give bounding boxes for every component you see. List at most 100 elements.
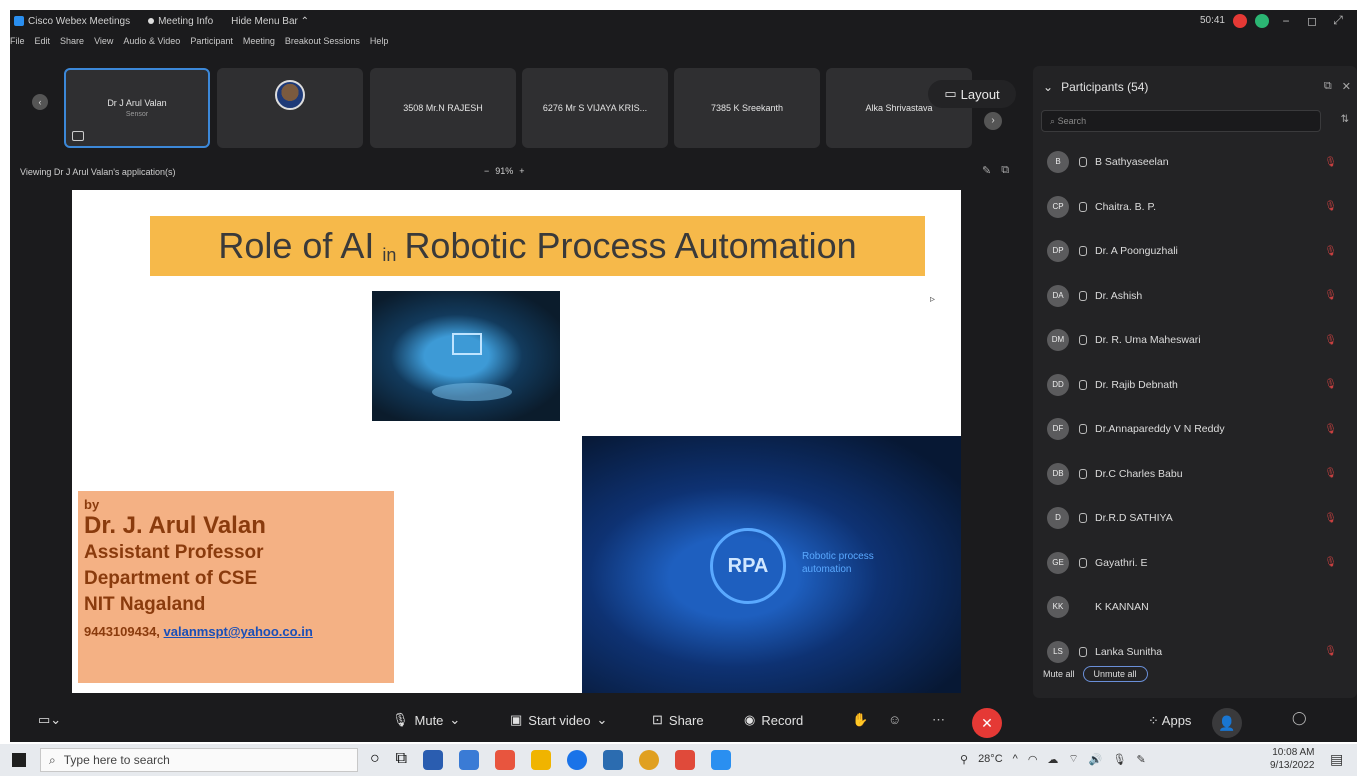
- participant-tile[interactable]: Dr J Arul Valan Sensor: [64, 68, 210, 148]
- participant-tile[interactable]: 7385 K Sreekanth: [674, 68, 820, 148]
- participant-search-input[interactable]: ⌕ Search: [1041, 110, 1321, 132]
- strip-previous-button[interactable]: ‹: [32, 94, 48, 110]
- participant-row[interactable]: B B Sathyaseelan 🎙: [1033, 140, 1357, 185]
- pen-icon[interactable]: ✎: [1136, 753, 1145, 766]
- menu-edit[interactable]: Edit: [35, 36, 51, 46]
- menu-meeting[interactable]: Meeting: [243, 36, 275, 46]
- participant-tile[interactable]: [217, 68, 363, 148]
- expand-icon[interactable]: ⤢: [1329, 13, 1347, 28]
- mute-button[interactable]: 🎙 Mute ⌄: [392, 712, 460, 728]
- menu-share[interactable]: Share: [60, 36, 84, 46]
- muted-mic-icon[interactable]: 🎙: [1324, 646, 1337, 657]
- chrome-icon[interactable]: [639, 750, 660, 770]
- close-icon[interactable]: ✕: [1342, 80, 1351, 93]
- store-icon[interactable]: [459, 750, 480, 770]
- popout-icon[interactable]: ⧉: [1324, 80, 1332, 93]
- participant-name: Dr.C Charles Babu: [1095, 467, 1183, 480]
- muted-mic-icon[interactable]: 🎙: [1324, 513, 1337, 524]
- layout-button[interactable]: ▭ Layout: [928, 80, 1016, 108]
- webex-taskbar-icon[interactable]: [711, 750, 732, 770]
- muted-mic-icon[interactable]: 🎙: [1324, 557, 1337, 568]
- media-icon[interactable]: [675, 750, 696, 770]
- muted-mic-icon[interactable]: 🎙: [1324, 246, 1337, 257]
- edge-icon[interactable]: [567, 750, 588, 770]
- zoom-in-button[interactable]: +: [519, 166, 524, 176]
- menu-view[interactable]: View: [94, 36, 113, 46]
- slide-title: Role of AI in Robotic Process Automation: [150, 216, 925, 276]
- muted-mic-icon[interactable]: 🎙: [1324, 201, 1337, 212]
- end-call-button[interactable]: ✕: [972, 708, 1002, 738]
- minimize-icon[interactable]: −: [1277, 14, 1295, 28]
- fullscreen-icon[interactable]: ⧉: [1001, 164, 1009, 177]
- menu-participant[interactable]: Participant: [190, 36, 233, 46]
- unmute-all-button[interactable]: Unmute all: [1082, 666, 1148, 682]
- muted-mic-icon[interactable]: 🎙: [1324, 424, 1337, 435]
- apps-button[interactable]: ⁘ Apps: [1148, 713, 1191, 729]
- file-manager-icon[interactable]: [423, 750, 444, 770]
- chat-icon[interactable]: ◯: [1292, 710, 1307, 726]
- annotate-icon[interactable]: ✎: [982, 164, 991, 177]
- menu-audio-video[interactable]: Audio & Video: [123, 36, 180, 46]
- hand-shape: [432, 383, 512, 401]
- wifi-icon[interactable]: ⌔: [1068, 752, 1078, 766]
- record-label: Record: [761, 712, 804, 728]
- network-icon[interactable]: ◠: [1028, 753, 1038, 766]
- more-options-icon[interactable]: ⋯: [932, 712, 945, 728]
- office-icon[interactable]: [495, 750, 516, 770]
- strip-next-button[interactable]: ›: [984, 112, 1002, 130]
- mute-all-button[interactable]: Mute all: [1043, 669, 1075, 679]
- participants-icon[interactable]: 👤: [1212, 708, 1242, 738]
- people-icon[interactable]: ⚲: [960, 753, 968, 766]
- panel-header[interactable]: ⌄ Participants (54): [1043, 80, 1148, 94]
- participant-tile[interactable]: 6276 Mr S VIJAYA KRIS...: [522, 68, 668, 148]
- participant-row[interactable]: GE Gayathri. E 🎙: [1033, 541, 1357, 586]
- zoom-out-button[interactable]: −: [484, 166, 489, 176]
- taskbar-clock[interactable]: 10:08 AM 9/13/2022: [1270, 746, 1315, 772]
- participant-row[interactable]: D Dr.R.D SATHIYA 🎙: [1033, 496, 1357, 541]
- taskbar-search-input[interactable]: ⌕ Type here to search: [40, 748, 358, 772]
- reactions-icon[interactable]: ☺: [888, 712, 901, 727]
- raise-hand-icon[interactable]: ✋: [852, 712, 868, 728]
- author-contact: 9443109434, valanmspt@yahoo.co.in: [84, 624, 388, 639]
- menu-breakout-sessions[interactable]: Breakout Sessions: [285, 36, 360, 46]
- participant-row[interactable]: CP Chaitra. B. P. 🎙: [1033, 185, 1357, 230]
- participant-row[interactable]: DA Dr. Ashish 🎙: [1033, 274, 1357, 319]
- cortana-icon[interactable]: ○: [370, 750, 380, 770]
- slide-title-part2: Robotic Process Automation: [404, 225, 857, 266]
- participant-row[interactable]: KK K KANNAN: [1033, 585, 1357, 630]
- weather-temperature[interactable]: 28°C: [978, 753, 1003, 765]
- mic-icon: [1079, 513, 1087, 524]
- participant-row[interactable]: DB Dr.C Charles Babu 🎙: [1033, 452, 1357, 497]
- folder-icon[interactable]: [531, 750, 552, 770]
- meeting-info-button[interactable]: Meeting Info: [148, 16, 213, 27]
- chevron-up-icon[interactable]: ^: [1013, 753, 1018, 765]
- cloud-icon[interactable]: ☁: [1047, 753, 1058, 766]
- microphone-tray-icon[interactable]: 🎙: [1112, 753, 1126, 766]
- muted-mic-icon[interactable]: 🎙: [1324, 335, 1337, 346]
- windows-start-icon[interactable]: [12, 753, 26, 767]
- maximize-icon[interactable]: ◻: [1303, 14, 1321, 28]
- mail-icon[interactable]: [603, 750, 624, 770]
- menu-file[interactable]: File: [10, 36, 25, 46]
- muted-mic-icon[interactable]: 🎙: [1324, 468, 1337, 479]
- share-button[interactable]: ⊡ Share: [652, 712, 704, 728]
- participant-row[interactable]: DM Dr. R. Uma Maheswari 🎙: [1033, 318, 1357, 363]
- participant-tile[interactable]: 3508 Mr.N RAJESH: [370, 68, 516, 148]
- muted-mic-icon[interactable]: 🎙: [1324, 290, 1337, 301]
- muted-mic-icon[interactable]: 🎙: [1324, 157, 1337, 168]
- muted-mic-icon[interactable]: 🎙: [1324, 379, 1337, 390]
- record-button[interactable]: ◉ Record: [744, 712, 803, 728]
- avatar: DA: [1047, 284, 1069, 307]
- volume-icon[interactable]: 🔊: [1089, 753, 1103, 766]
- sort-icon[interactable]: ⇅: [1341, 114, 1349, 125]
- menu-help[interactable]: Help: [370, 36, 389, 46]
- participant-row[interactable]: DD Dr. Rajib Debnath 🎙: [1033, 363, 1357, 408]
- hide-menu-bar-button[interactable]: Hide Menu Bar ⌃: [231, 16, 309, 27]
- participant-row[interactable]: DF Dr.Annapareddy V N Reddy 🎙: [1033, 407, 1357, 452]
- captions-button[interactable]: ▭⌄: [38, 712, 61, 728]
- start-video-button[interactable]: ▣ Start video ⌄: [510, 712, 607, 728]
- task-view-icon[interactable]: ⧉: [396, 750, 407, 770]
- participant-row[interactable]: DP Dr. A Poonguzhali 🎙: [1033, 229, 1357, 274]
- notifications-icon[interactable]: ▤: [1330, 751, 1343, 768]
- author-email-link[interactable]: valanmspt@yahoo.co.in: [164, 624, 313, 639]
